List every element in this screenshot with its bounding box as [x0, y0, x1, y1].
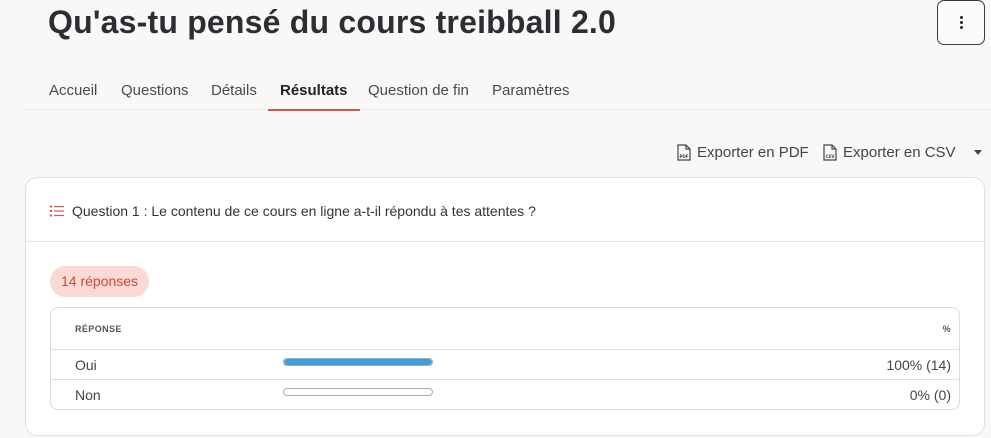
tab-bar: Accueil Questions Détails Résultats Ques… [24, 72, 991, 111]
tab-accueil[interactable]: Accueil [37, 72, 109, 110]
table-row: Non 0% (0) [51, 380, 959, 409]
table-row: Oui 100% (14) [51, 350, 959, 380]
tab-details[interactable]: Détails [199, 72, 269, 110]
question-text: Question 1 : Le contenu de ce cours en l… [72, 203, 536, 219]
table-header: RÉPONSE % [51, 308, 959, 350]
question-header: Question 1 : Le contenu de ce cours en l… [26, 178, 984, 242]
tab-parametres[interactable]: Paramètres [480, 72, 582, 110]
progress-bar [283, 358, 433, 366]
pdf-icon-text: PDF [680, 154, 689, 159]
pdf-file-icon: PDF [677, 143, 691, 161]
column-header-percent: % [942, 324, 951, 334]
caret-down-icon[interactable] [973, 149, 982, 155]
tab-resultats[interactable]: Résultats [268, 72, 360, 111]
csv-icon-text: CSV [826, 154, 836, 159]
question-result-card: Question 1 : Le contenu de ce cours en l… [25, 177, 985, 436]
progress-bar-fill [284, 359, 432, 365]
export-csv-label: Exporter en CSV [843, 143, 956, 161]
export-pdf-button[interactable]: PDF Exporter en PDF [677, 142, 809, 162]
export-csv-button[interactable]: CSV Exporter en CSV [823, 142, 982, 162]
more-options-button[interactable] [937, 0, 985, 45]
results-table: RÉPONSE % Oui 100% (14) Non 0% (0) [50, 307, 960, 410]
responses-count-badge: 14 réponses [50, 266, 150, 297]
answer-percent: 100% (14) [886, 357, 951, 373]
kebab-icon [959, 16, 963, 29]
page-title: Qu'as-tu pensé du cours treibball 2.0 [48, 4, 617, 40]
column-header-response: RÉPONSE [75, 324, 122, 334]
tab-question-de-fin[interactable]: Question de fin [356, 72, 481, 110]
csv-file-icon: CSV [823, 143, 837, 161]
tab-questions[interactable]: Questions [109, 72, 201, 110]
answer-label: Oui [75, 357, 97, 373]
list-icon [50, 205, 64, 217]
export-pdf-label: Exporter en PDF [697, 143, 809, 161]
answer-percent: 0% (0) [909, 387, 951, 403]
answer-label: Non [75, 387, 101, 403]
progress-bar [283, 388, 433, 396]
